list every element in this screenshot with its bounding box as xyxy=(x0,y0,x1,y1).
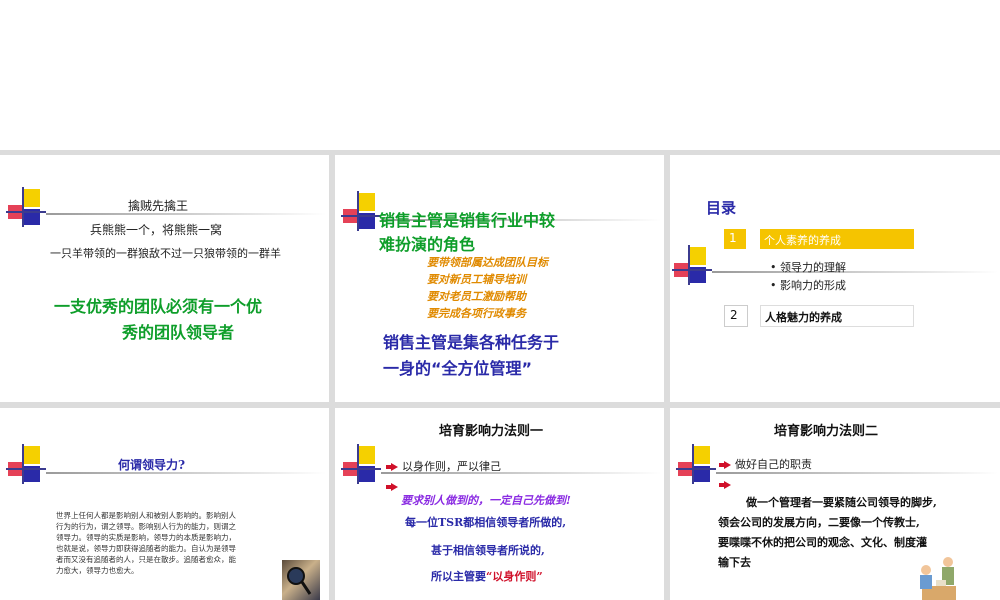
corner-decoration-icon xyxy=(676,444,716,484)
arrow-bullet-icon xyxy=(386,483,398,491)
slide-6[interactable]: 培育影响力法则二 做好自己的职责 做一个管理者一要紧随公司领导的脚步, 领会公司… xyxy=(670,408,1000,600)
title-rule xyxy=(716,472,998,474)
slogan-line-1: 一支优秀的团队必须有一个优 xyxy=(54,297,263,316)
office-people-illustration xyxy=(914,552,960,600)
body-line-1: 做一个管理者一要紧随公司领导的脚步, xyxy=(746,496,937,509)
body-line-4: 输下去 xyxy=(718,556,751,569)
body-line-1: 每一位TSR都相信领导者所做的, xyxy=(405,516,567,529)
principle-quote: 要求别人做到的，一定自己先做到! xyxy=(401,494,571,507)
body-line-2: 领会公司的发展方向，二要像一个传教士, xyxy=(718,516,920,529)
section-2-number: 2 xyxy=(724,305,748,327)
slogan-line-2: 秀的团队领导者 xyxy=(122,323,235,342)
section-1-number: 1 xyxy=(724,229,746,249)
corner-decoration-icon xyxy=(6,187,46,227)
body-line-2: 甚于相信领导者所说的, xyxy=(431,544,545,557)
principle-bullet: 以身作则，严以律己 xyxy=(386,458,501,474)
heading-line-2: 难扮演的角色 xyxy=(379,235,476,254)
slide-1[interactable]: 擒贼先擒王 兵熊熊一个，将熊熊一窝 一只羊带领的一群狼敌不过一只狼带领的一群羊 … xyxy=(0,155,329,402)
toc-sub-item[interactable]: • 领导力的理解 xyxy=(770,259,846,275)
slide-2[interactable]: 销售主管是销售行业中较 难扮演的角色 要带领部属达成团队目标 要对新员工辅导培训… xyxy=(335,155,664,402)
footer-line-2: 一身的“全方位管理” xyxy=(383,359,533,378)
body-text: 世界上任何人都是影响别人和被别人影响的。影响别人 行为的行为，谓之领导。影响别人… xyxy=(56,511,236,575)
toc-title: 目录 xyxy=(706,199,737,217)
toc-sub-item[interactable]: • 影响力的形成 xyxy=(770,277,846,293)
title-rule xyxy=(46,472,326,474)
corner-decoration-icon xyxy=(6,444,46,484)
slide-title: 培育影响力法则一 xyxy=(439,424,544,439)
section-1-label[interactable]: 个人素养的养成 xyxy=(760,229,914,249)
slide-title: 培育影响力法则二 xyxy=(774,424,879,439)
toc-rule xyxy=(712,271,998,273)
proverb-line-2: 一只羊带领的一群狼敌不过一只狼带领的一群羊 xyxy=(50,247,281,260)
corner-decoration-icon xyxy=(341,191,381,231)
arrow-bullet-icon xyxy=(719,461,731,469)
task-item: 要带领部属达成团队目标 xyxy=(427,256,548,269)
task-item: 要对老员工激励帮助 xyxy=(427,290,526,303)
task-item: 要完成各项行政事务 xyxy=(427,307,526,320)
corner-decoration-icon xyxy=(672,245,712,285)
arrow-bullet-icon xyxy=(386,463,398,471)
slide-title: 擒贼先擒王 xyxy=(128,199,189,213)
empty-bullet xyxy=(719,478,735,491)
slide-5[interactable]: 培育影响力法则一 以身作则，严以律己 要求别人做到的，一定自己先做到! 每一位T… xyxy=(335,408,664,600)
body-line-3: 所以主管要“以身作则” xyxy=(431,570,543,583)
section-2-label[interactable]: 人格魅力的养成 xyxy=(760,305,914,327)
principle-bullet: 做好自己的职责 xyxy=(719,456,812,472)
body-line-3: 要喋喋不休的把公司的观念、文化、制度灌 xyxy=(718,536,927,549)
task-item: 要对新员工辅导培训 xyxy=(427,273,526,286)
slide-4[interactable]: 何谓领导力? 世界上任何人都是影响别人和被别人影响的。影响别人 行为的行为，谓之… xyxy=(0,408,329,600)
heading-line-1: 销售主管是销售行业中较 xyxy=(379,211,556,230)
proverb-line-1: 兵熊熊一个，将熊熊一窝 xyxy=(90,223,223,237)
slide-3[interactable]: 目录 1 个人素养的养成 • 领导力的理解 • 影响力的形成 2 人格魅力的养成 xyxy=(670,155,1000,402)
corner-decoration-icon xyxy=(341,444,381,484)
footer-line-1: 销售主管是集各种任务于 xyxy=(383,333,560,352)
magnifier-photo xyxy=(282,560,320,600)
arrow-bullet-icon xyxy=(719,481,731,489)
slide-title: 何谓领导力? xyxy=(118,458,186,472)
